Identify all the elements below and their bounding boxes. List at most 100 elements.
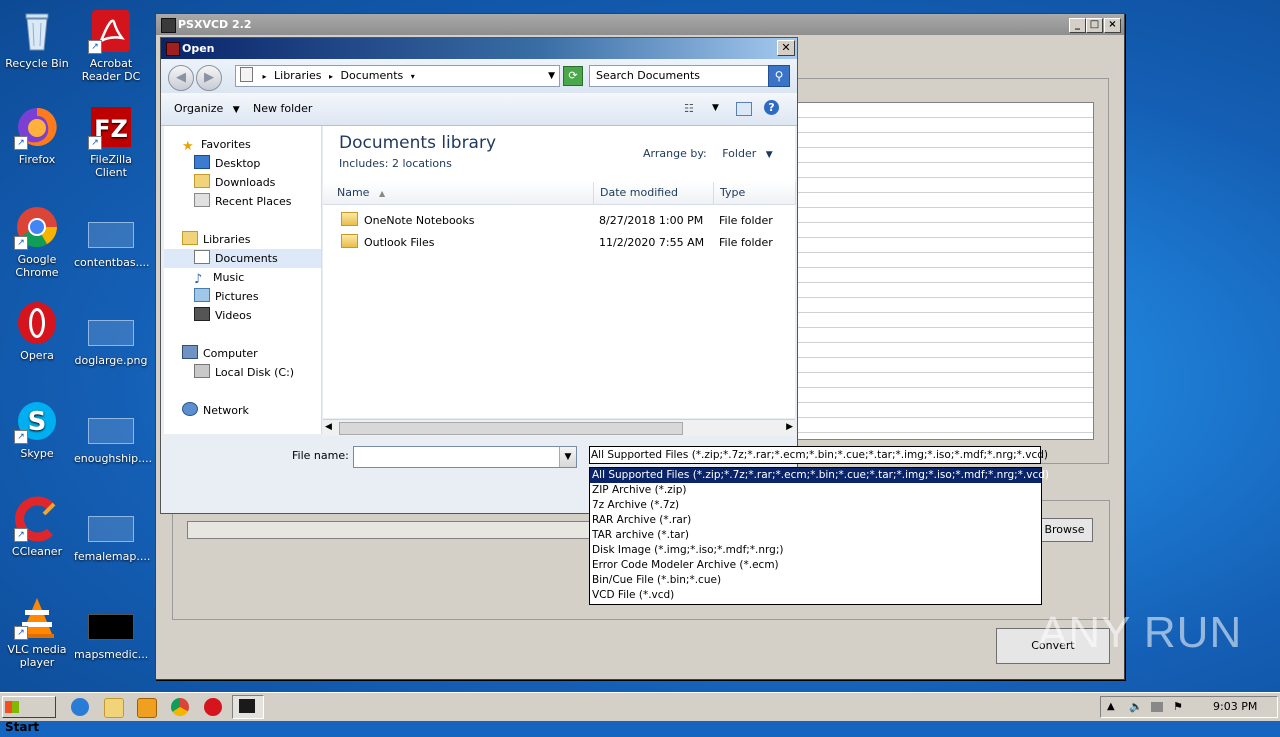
filetype-option[interactable]: RAR Archive (*.rar) bbox=[590, 513, 1041, 528]
scroll-thumb[interactable] bbox=[339, 422, 683, 435]
flag-icon[interactable]: ⚑ bbox=[1173, 697, 1183, 717]
opera-taskbar-icon[interactable] bbox=[204, 698, 222, 716]
chevron-down-icon: ▼ bbox=[232, 105, 240, 115]
desktop-icon-file[interactable]: doglarge.png bbox=[74, 320, 148, 367]
search-icon[interactable]: ⚲ bbox=[768, 65, 790, 87]
filetype-dropdown-list[interactable]: All Supported Files (*.zip;*.7z;*.rar;*.… bbox=[589, 467, 1049, 605]
desktop-icon-recycle-bin[interactable]: Recycle Bin bbox=[0, 8, 74, 70]
address-history-dropdown-icon[interactable]: ▼ bbox=[548, 66, 555, 86]
desktop-icon-vlc[interactable]: ↗ VLC media player bbox=[0, 594, 74, 669]
file-name: Outlook Files bbox=[364, 236, 435, 249]
nav-favorites[interactable]: ★ Favorites bbox=[182, 136, 251, 154]
nav-recent-places[interactable]: Recent Places bbox=[194, 193, 292, 211]
column-header-type[interactable]: Type bbox=[714, 182, 796, 205]
skype-icon: S ↗ bbox=[14, 398, 60, 444]
arrange-by[interactable]: Arrange by: Folder ▼ bbox=[643, 147, 773, 160]
view-options-icon[interactable]: ☷ bbox=[684, 102, 694, 115]
desktop-icon-firefox[interactable]: ↗ Firefox bbox=[0, 104, 74, 166]
desktop-icon-label: Skype bbox=[20, 447, 54, 460]
psxvcd-title-bar[interactable]: PSXVCD 2.2 _ □ × bbox=[156, 14, 1124, 35]
dialog-title-bar[interactable]: Open ✕ bbox=[161, 38, 797, 59]
file-row[interactable]: OneNote Notebooks 8/27/2018 1:00 PM File… bbox=[323, 210, 795, 232]
filetype-option[interactable]: Bin/Cue File (*.bin;*.cue) bbox=[590, 573, 1041, 588]
nav-desktop[interactable]: Desktop bbox=[194, 155, 260, 173]
scroll-left-icon[interactable]: ◀ bbox=[325, 422, 332, 432]
scroll-right-icon[interactable]: ▶ bbox=[786, 422, 793, 432]
nav-libraries[interactable]: Libraries bbox=[182, 231, 251, 249]
psxvcd-taskbar-button[interactable] bbox=[232, 695, 264, 719]
desktop-icon-file[interactable]: enoughship.... bbox=[74, 418, 152, 465]
breadcrumb-documents[interactable]: Documents bbox=[341, 69, 404, 82]
filename-dropdown-icon[interactable]: ▼ bbox=[559, 447, 576, 467]
desktop-icon-skype[interactable]: S ↗ Skype bbox=[0, 398, 74, 460]
desktop-icon-label: FileZilla Client bbox=[90, 153, 132, 179]
forward-button[interactable]: ▶ bbox=[196, 65, 222, 91]
filetype-option[interactable]: VCD File (*.vcd) bbox=[590, 588, 1041, 603]
filetype-option[interactable]: All Supported Files (*.zip;*.7z;*.rar;*.… bbox=[590, 468, 1049, 483]
explorer-icon[interactable] bbox=[104, 698, 124, 718]
close-button[interactable]: × bbox=[1104, 18, 1121, 33]
search-input[interactable]: Search Documents bbox=[590, 69, 700, 82]
back-button[interactable]: ◀ bbox=[168, 65, 194, 91]
library-title: Documents library bbox=[339, 133, 497, 153]
nav-label: Libraries bbox=[203, 233, 251, 246]
filetype-select[interactable]: All Supported Files (*.zip;*.7z;*.rar;*.… bbox=[589, 446, 1048, 464]
refresh-button[interactable]: ⟳ bbox=[563, 66, 583, 86]
desktop-icon-filezilla[interactable]: FZ ↗ FileZilla Client bbox=[74, 104, 148, 179]
organize-button[interactable]: Organize ▼ bbox=[174, 102, 240, 115]
column-header-date[interactable]: Date modified bbox=[594, 182, 714, 205]
ie-icon[interactable] bbox=[71, 698, 89, 716]
desktop-icon-label: contentbas.... bbox=[74, 256, 150, 269]
library-subtitle: Includes: 2 locations bbox=[339, 157, 452, 170]
chrome-taskbar-icon[interactable] bbox=[171, 698, 189, 716]
help-icon[interactable]: ? bbox=[764, 100, 779, 115]
search-box[interactable]: Search Documents ⚲ bbox=[589, 65, 790, 87]
desktop-icon-file[interactable]: femalemap.... bbox=[74, 516, 150, 563]
filetype-option[interactable]: 7z Archive (*.7z) bbox=[590, 498, 1041, 513]
new-folder-button[interactable]: New folder bbox=[253, 102, 312, 115]
shortcut-arrow-icon: ↗ bbox=[14, 430, 28, 444]
nav-network[interactable]: Network bbox=[182, 402, 249, 420]
nav-local-disk[interactable]: Local Disk (C:) bbox=[194, 364, 294, 382]
file-list-grid[interactable] bbox=[796, 102, 1094, 440]
minimize-button[interactable]: _ bbox=[1069, 18, 1086, 33]
filename-input[interactable]: ▼ bbox=[353, 446, 577, 468]
clock[interactable]: 9:03 PM bbox=[1213, 697, 1257, 717]
desktop-icon-file[interactable]: mapsmedic... bbox=[74, 614, 148, 661]
desktop-icon-opera[interactable]: Opera bbox=[0, 300, 74, 362]
nav-computer[interactable]: Computer bbox=[182, 345, 258, 363]
filetype-option[interactable]: ZIP Archive (*.zip) bbox=[590, 483, 1041, 498]
breadcrumb-libraries[interactable]: Libraries bbox=[274, 69, 322, 82]
file-row[interactable]: Outlook Files 11/2/2020 7:55 AM File fol… bbox=[323, 232, 795, 254]
dialog-close-button[interactable]: ✕ bbox=[777, 40, 795, 56]
organize-label: Organize bbox=[174, 102, 224, 115]
desktop-icon-ccleaner[interactable]: ↗ CCleaner bbox=[0, 496, 74, 558]
desktop-icon-label: mapsmedic... bbox=[74, 648, 149, 661]
filetype-option[interactable]: Error Code Modeler Archive (*.ecm) bbox=[590, 558, 1041, 573]
nav-downloads[interactable]: Downloads bbox=[194, 174, 275, 192]
view-dropdown-icon[interactable]: ▼ bbox=[712, 103, 719, 113]
horizontal-scrollbar[interactable]: ◀ ▶ bbox=[323, 419, 795, 436]
filetype-option[interactable]: Disk Image (*.img;*.iso;*.mdf;*.nrg;) bbox=[590, 543, 1041, 558]
volume-icon[interactable]: 🔈 bbox=[1129, 697, 1143, 717]
address-bar[interactable]: ▸ Libraries ▸ Documents ▾ ▼ bbox=[235, 65, 560, 87]
preview-pane-icon[interactable] bbox=[736, 102, 752, 116]
maximize-button[interactable]: □ bbox=[1086, 18, 1103, 33]
nav-videos[interactable]: Videos bbox=[194, 307, 252, 325]
nav-music[interactable]: ♪ Music bbox=[194, 269, 244, 287]
desktop-icon-acrobat[interactable]: ↗ Acrobat Reader DC bbox=[74, 8, 148, 83]
column-header-name[interactable]: Name ▲ bbox=[323, 182, 594, 205]
nav-label: Downloads bbox=[215, 176, 276, 189]
desktop-icon-file[interactable]: contentbas.... bbox=[74, 222, 150, 269]
desktop-icon-chrome[interactable]: ↗ Google Chrome bbox=[0, 204, 74, 279]
network-tray-icon[interactable] bbox=[1151, 702, 1163, 712]
nav-documents[interactable]: Documents bbox=[194, 250, 278, 268]
media-player-icon[interactable] bbox=[137, 698, 157, 718]
nav-pictures[interactable]: Pictures bbox=[194, 288, 259, 306]
tray-expand-icon[interactable]: ▲ bbox=[1107, 697, 1115, 717]
file-name-cell: Outlook Files bbox=[341, 232, 434, 254]
filetype-option[interactable]: TAR archive (*.tar) bbox=[590, 528, 1041, 543]
browse-button[interactable]: Browse bbox=[1036, 518, 1093, 542]
start-button[interactable]: Start bbox=[2, 696, 56, 734]
breadcrumb-dropdown-icon[interactable]: ▾ bbox=[411, 72, 415, 81]
